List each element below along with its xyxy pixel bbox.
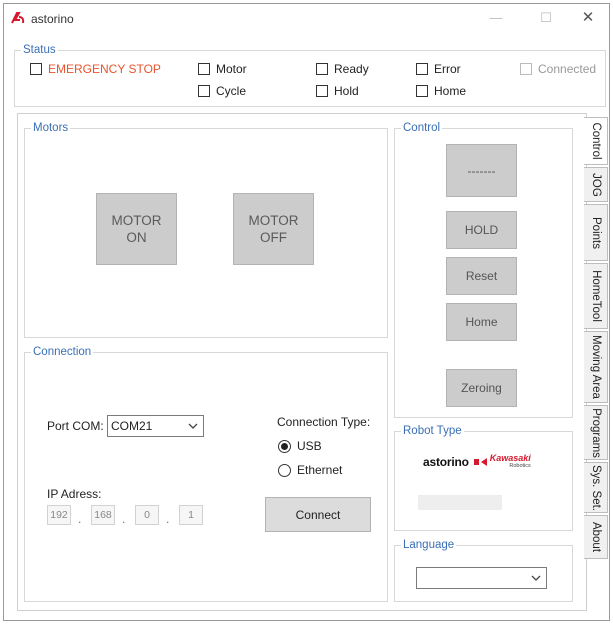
reset-button[interactable]: Reset xyxy=(446,257,517,295)
tab-hometool-label: HomeTool xyxy=(589,270,602,322)
minimize-button[interactable]: — xyxy=(484,8,508,28)
motor-label: Motor xyxy=(216,62,247,76)
cycle-label: Cycle xyxy=(216,84,247,98)
ip-octet-3[interactable]: 0 xyxy=(135,505,159,525)
tab-about-label: About xyxy=(589,521,602,553)
hold-button[interactable]: HOLD xyxy=(446,211,517,249)
ethernet-label: Ethernet xyxy=(297,463,343,477)
astorino-logo-icon xyxy=(11,12,25,24)
connection-type-label: Connection Type: xyxy=(277,415,371,429)
ip-separator: . xyxy=(166,512,170,526)
ip-separator: . xyxy=(78,512,82,526)
radio-dot[interactable] xyxy=(278,463,291,477)
tab-points[interactable]: Points xyxy=(584,204,608,261)
robot-type-bar xyxy=(418,495,502,510)
checkbox-box[interactable] xyxy=(198,63,210,75)
ip-address-label: IP Adress: xyxy=(47,487,102,501)
connected-label: Connected xyxy=(538,62,597,76)
hold-checkbox[interactable]: Hold xyxy=(316,84,359,98)
cycle-checkbox[interactable]: Cycle xyxy=(198,84,246,98)
checkbox-box[interactable] xyxy=(416,85,428,97)
motor-checkbox[interactable]: Motor xyxy=(198,62,247,76)
ready-label: Ready xyxy=(334,62,369,76)
checkbox-box[interactable] xyxy=(416,63,428,75)
chevron-down-icon xyxy=(188,423,198,429)
connect-button[interactable]: Connect xyxy=(265,497,371,532)
checkbox-box[interactable] xyxy=(30,63,42,75)
astorino-brand-text: astorino xyxy=(423,455,469,469)
ip-octet-2[interactable]: 168 xyxy=(91,505,115,525)
language-legend: Language xyxy=(403,539,455,551)
control-status-button[interactable]: ------- xyxy=(446,144,517,197)
ip-octet-1[interactable]: 192 xyxy=(47,505,71,525)
home-label: Home xyxy=(434,84,467,98)
tab-hometool[interactable]: HomeTool xyxy=(584,263,608,329)
maximize-button[interactable]: ☐ xyxy=(534,8,558,28)
window-title: astorino xyxy=(31,12,74,26)
usb-radio[interactable]: USB xyxy=(278,439,322,453)
motor-on-line2: ON xyxy=(126,230,147,245)
port-com-label: Port COM: xyxy=(47,419,104,433)
checkbox-box[interactable] xyxy=(520,63,532,75)
robot-type-group: Robot Type xyxy=(394,425,573,531)
emergency-stop-checkbox[interactable]: EMERGENCY STOP xyxy=(30,62,161,76)
robot-brand-logo: astorino Kawasaki Robotics xyxy=(423,454,531,470)
home-button[interactable]: Home xyxy=(446,303,517,341)
ip-separator: . xyxy=(122,512,126,526)
radio-dot[interactable] xyxy=(278,439,291,453)
tab-control-label: Control xyxy=(589,122,602,160)
usb-label: USB xyxy=(297,439,322,453)
zeroing-button[interactable]: Zeroing xyxy=(446,369,517,407)
error-checkbox[interactable]: Error xyxy=(416,62,461,76)
motor-off-line1: MOTOR xyxy=(248,213,299,228)
home-checkbox[interactable]: Home xyxy=(416,84,466,98)
ready-checkbox[interactable]: Ready xyxy=(316,62,369,76)
tab-moving-area[interactable]: Moving Area xyxy=(584,331,608,403)
motors-legend: Motors xyxy=(33,122,69,134)
error-label: Error xyxy=(434,62,461,76)
ethernet-radio[interactable]: Ethernet xyxy=(278,463,342,477)
motor-off-line2: OFF xyxy=(260,230,287,245)
kawasaki-robotics-text: Robotics xyxy=(509,463,531,469)
kawasaki-brand-text: Kawasaki xyxy=(489,453,531,463)
title-bar: astorino — ☐ ✕ xyxy=(4,4,609,34)
tab-jog-label: JOG xyxy=(589,172,602,197)
control-legend: Control xyxy=(403,122,441,134)
chevron-down-icon xyxy=(531,575,541,581)
connection-legend: Connection xyxy=(33,346,92,358)
close-button[interactable]: ✕ xyxy=(576,8,600,28)
app-window: astorino — ☐ ✕ Status EMERGENCY STOP Mot… xyxy=(3,3,610,621)
robot-type-legend: Robot Type xyxy=(403,425,462,437)
motors-group: Motors xyxy=(24,122,388,338)
motor-on-line1: MOTOR xyxy=(111,213,162,228)
tab-programs-label: Programs xyxy=(589,407,602,458)
tab-moving-area-label: Moving Area xyxy=(589,335,602,399)
tab-sys-set[interactable]: Sys. Set. xyxy=(584,462,608,513)
kawasaki-logo: Kawasaki Robotics xyxy=(490,454,531,470)
tab-control[interactable]: Control xyxy=(584,117,608,165)
connected-checkbox[interactable]: Connected xyxy=(520,62,596,76)
checkbox-box[interactable] xyxy=(316,63,328,75)
motor-on-label: MOTOR ON xyxy=(112,212,162,246)
status-legend: Status xyxy=(23,44,56,56)
kawasaki-river-mark-icon xyxy=(473,458,487,466)
motor-on-button[interactable]: MOTOR ON xyxy=(96,193,177,265)
motor-off-button[interactable]: MOTOR OFF xyxy=(233,193,314,265)
tab-about[interactable]: About xyxy=(584,515,608,559)
tab-jog[interactable]: JOG xyxy=(584,167,608,202)
tab-programs[interactable]: Programs xyxy=(584,405,608,460)
checkbox-box[interactable] xyxy=(316,85,328,97)
motor-off-label: MOTOR OFF xyxy=(249,212,299,246)
port-com-value: COM21 xyxy=(111,419,153,433)
port-com-select[interactable]: COM21 xyxy=(107,415,204,437)
checkbox-box[interactable] xyxy=(198,85,210,97)
tab-points-label: Points xyxy=(589,216,602,249)
language-select[interactable] xyxy=(416,567,547,589)
tab-sys-set-label: Sys. Set. xyxy=(589,464,602,511)
ip-octet-4[interactable]: 1 xyxy=(179,505,203,525)
emergency-stop-label: EMERGENCY STOP xyxy=(48,62,161,76)
hold-label: Hold xyxy=(334,84,359,98)
